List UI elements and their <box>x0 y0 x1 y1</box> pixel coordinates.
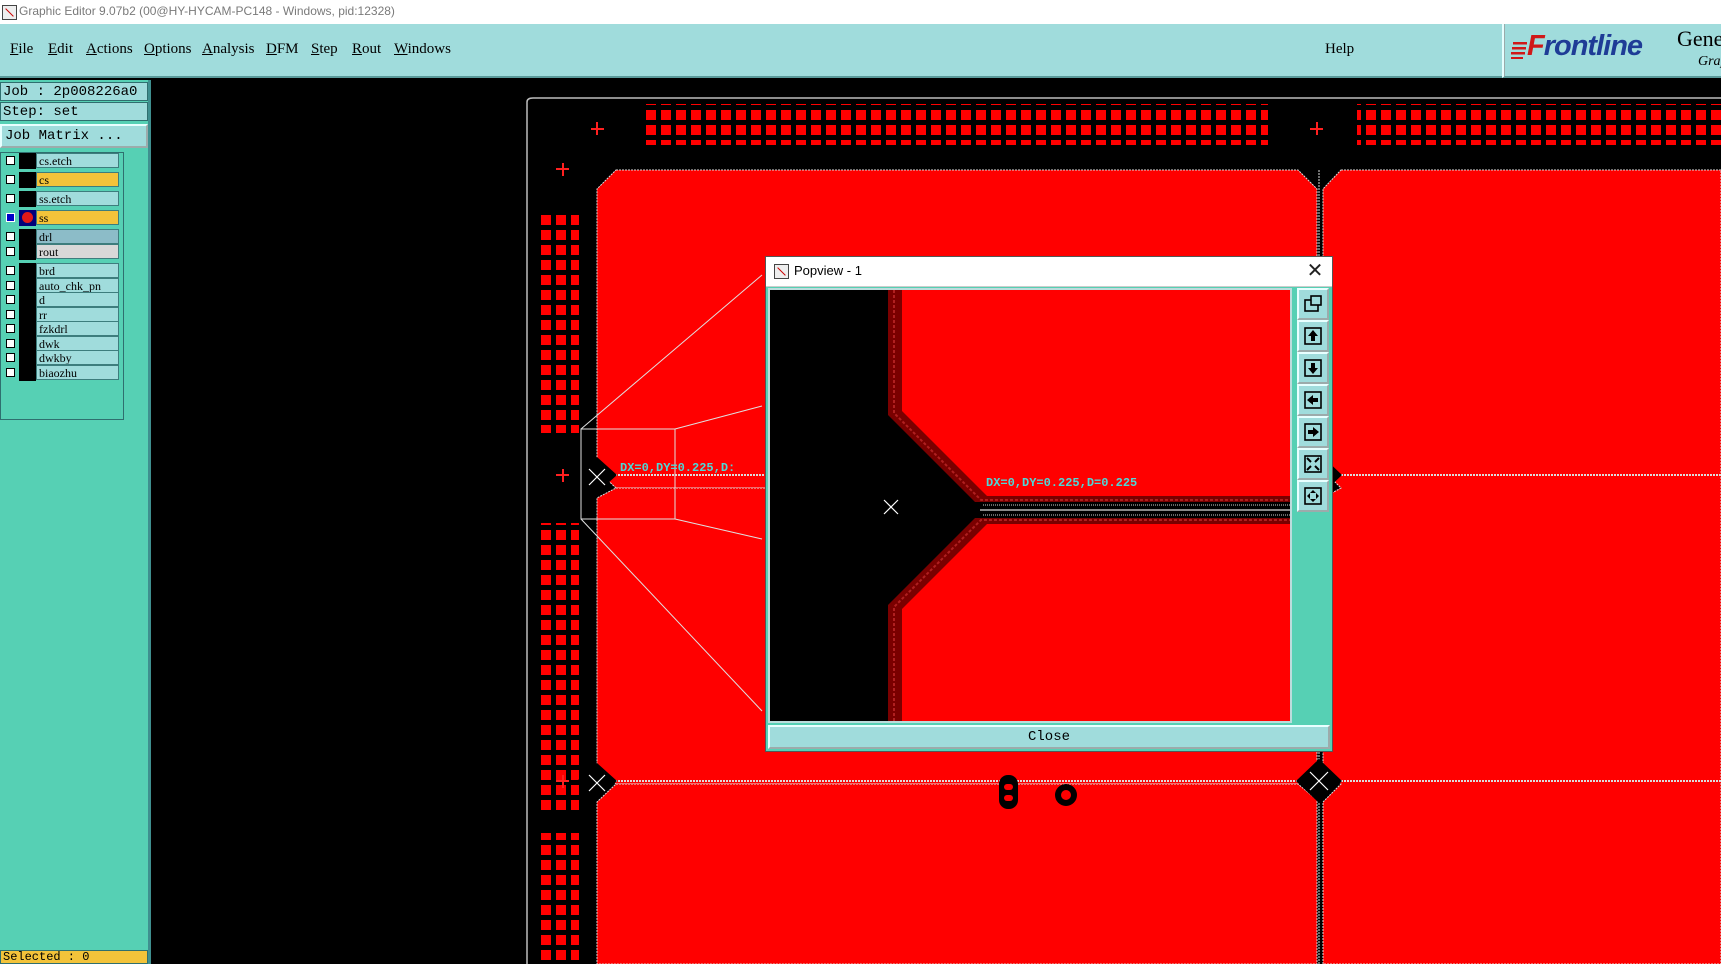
layer-name[interactable]: d <box>36 292 119 307</box>
menu-edit[interactable]: Edit <box>48 41 73 58</box>
layer-color-swatch[interactable] <box>19 350 36 366</box>
pan-down-icon[interactable] <box>1297 352 1329 384</box>
pan-left-icon[interactable] <box>1297 384 1329 416</box>
selected-count: Selected : 0 <box>0 950 148 964</box>
popview-viewport[interactable]: DX=0,DY=0.225,D=0.225 <box>768 288 1292 723</box>
layer-name[interactable]: dwkby <box>36 350 119 365</box>
layer-checkbox[interactable] <box>6 266 15 275</box>
layer-row-ss[interactable]: ss <box>1 210 121 226</box>
layer-checkbox[interactable] <box>6 324 15 333</box>
popview-dialog: Popview - 1 ✕ DX=0,DY=0.225,D=0.225 Clos… <box>765 256 1333 752</box>
pan-up-icon[interactable] <box>1297 320 1329 352</box>
layer-row-drl[interactable]: drl <box>1 229 121 245</box>
layer-row-d[interactable]: d <box>1 292 121 308</box>
measure-readout-popup: DX=0,DY=0.225,D=0.225 <box>986 476 1137 490</box>
measure-readout-main: DX=0,DY=0.225,D: <box>620 461 735 475</box>
layer-name[interactable]: cs <box>36 172 119 187</box>
left-pad-array-bottom <box>537 833 579 964</box>
close-button[interactable]: Close <box>768 725 1330 749</box>
layer-name[interactable]: fzkdrl <box>36 321 119 336</box>
layer-color-swatch[interactable] <box>19 229 36 245</box>
layer-checkbox[interactable] <box>6 281 15 290</box>
layer-name[interactable]: ss <box>36 210 119 225</box>
popview-graphic: DX=0,DY=0.225,D=0.225 <box>770 290 1290 721</box>
menu-analysis[interactable]: Analysis <box>202 41 255 58</box>
layer-checkbox[interactable] <box>6 232 15 241</box>
product-name: Gene <box>1677 26 1721 51</box>
menu-dfm[interactable]: DFM <box>266 41 299 58</box>
layer-name[interactable]: ss.etch <box>36 191 119 206</box>
job-matrix-button[interactable]: Job Matrix ... <box>0 124 148 148</box>
job-name-field: Job : 2p008226a0 <box>0 82 148 101</box>
layer-list: cs.etch cs ss.etch ss drl rout brd auto_chk_pn d… <box>0 152 124 420</box>
layer-checkbox[interactable] <box>6 339 15 348</box>
layer-color-swatch[interactable] <box>19 365 36 381</box>
zoom-window-icon[interactable] <box>1297 288 1329 320</box>
zoom-out-icon[interactable] <box>1297 448 1329 480</box>
layer-row-rout[interactable]: rout <box>1 244 121 260</box>
app-icon <box>2 5 17 20</box>
window-title: Graphic Editor 9.07b2 (00@HY-HYCAM-PC148… <box>19 4 395 18</box>
menu-file[interactable]: File <box>10 41 33 58</box>
layer-color-swatch[interactable] <box>19 244 36 260</box>
layer-checkbox[interactable] <box>6 213 15 222</box>
layer-checkbox[interactable] <box>6 353 15 362</box>
layer-color-swatch[interactable] <box>19 292 36 308</box>
left-pad-array-lower <box>537 523 579 810</box>
left-pad-array-upper <box>537 213 579 433</box>
layer-row-biaozhu[interactable]: biaozhu <box>1 365 121 381</box>
layer-name[interactable]: drl <box>36 229 119 244</box>
menu-bar: File Edit Actions Options Analysis DFM Step Rou… <box>0 24 1502 78</box>
zoom-in-icon[interactable] <box>1297 480 1329 512</box>
menu-actions[interactable]: Actions <box>86 41 133 58</box>
menu-options[interactable]: Options <box>144 41 192 58</box>
layer-color-swatch[interactable] <box>19 263 36 279</box>
layer-row-ss-etch[interactable]: ss.etch <box>1 191 121 207</box>
layer-checkbox[interactable] <box>6 175 15 184</box>
menu-step[interactable]: Step <box>311 41 338 58</box>
copper-board-right <box>1322 169 1721 964</box>
layer-color-swatch[interactable] <box>19 153 36 169</box>
window-title-bar: Graphic Editor 9.07b2 (00@HY-HYCAM-PC148… <box>0 0 1721 25</box>
layer-name[interactable]: auto_chk_pn <box>36 278 119 293</box>
layer-name[interactable]: dwk <box>36 336 119 351</box>
menu-rout[interactable]: Rout <box>352 41 381 58</box>
frontline-logo-text: Frontline <box>1527 30 1643 62</box>
popview-title-bar[interactable]: Popview - 1 ✕ <box>766 257 1332 287</box>
layer-row-fzkdrl[interactable]: fzkdrl <box>1 321 121 337</box>
layer-checkbox[interactable] <box>6 156 15 165</box>
step-name-field: Step: set <box>0 102 148 121</box>
layer-checkbox[interactable] <box>6 310 15 319</box>
copper-board-lowest-left <box>596 783 1318 964</box>
top-pad-array-right <box>1357 104 1721 145</box>
active-layer-dot-icon <box>22 212 33 223</box>
layer-name[interactable]: rr <box>36 307 119 322</box>
layer-checkbox[interactable] <box>6 194 15 203</box>
layer-color-swatch[interactable] <box>19 321 36 337</box>
layer-checkbox[interactable] <box>6 247 15 256</box>
menu-windows[interactable]: Windows <box>394 41 451 58</box>
layer-name[interactable]: biaozhu <box>36 365 119 380</box>
layer-checkbox[interactable] <box>6 368 15 377</box>
layer-color-swatch[interactable] <box>19 191 36 207</box>
layer-name[interactable]: rout <box>36 244 119 259</box>
layer-row-cs[interactable]: cs <box>1 172 121 188</box>
layer-checkbox[interactable] <box>6 295 15 304</box>
top-pad-array-left <box>646 104 1268 145</box>
product-subtitle: Grap <box>1698 54 1721 69</box>
layer-row-cs-etch[interactable]: cs.etch <box>1 153 121 169</box>
layer-row-brd[interactable]: brd <box>1 263 121 279</box>
layer-name[interactable]: cs.etch <box>36 153 119 168</box>
popview-title: Popview - 1 <box>794 263 862 278</box>
popview-toolbar <box>1296 288 1332 722</box>
layer-row-dwkby[interactable]: dwkby <box>1 350 121 366</box>
brand-logo-area: Frontline Gene Grap <box>1502 24 1721 78</box>
popview-close-icon[interactable]: ✕ <box>1304 260 1326 282</box>
layer-color-swatch[interactable] <box>19 210 36 226</box>
popview-app-icon <box>774 264 789 279</box>
layer-name[interactable]: brd <box>36 263 119 278</box>
menu-help[interactable]: Help <box>1325 41 1354 58</box>
layer-color-swatch[interactable] <box>19 172 36 188</box>
pan-right-icon[interactable] <box>1297 416 1329 448</box>
